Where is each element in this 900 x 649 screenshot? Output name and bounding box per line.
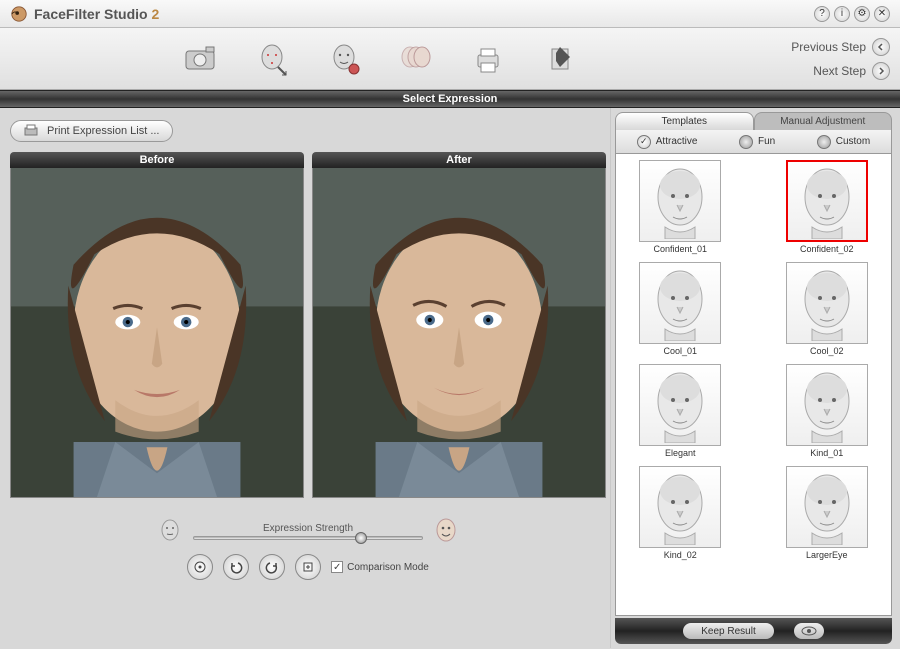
main-toolbar: Previous Step Next Step (0, 28, 900, 90)
chevron-right-icon (872, 62, 890, 80)
template-thumbnail (786, 160, 868, 242)
section-title: Select Expression (0, 90, 900, 108)
preview-eye-button[interactable] (794, 623, 824, 639)
template-label: Cool_01 (663, 346, 697, 356)
after-header: After (312, 152, 606, 168)
category-custom[interactable]: Custom (817, 135, 870, 149)
template-list[interactable]: Confident_01 Confident_02 Cool_01 Cool_02 El… (615, 154, 892, 616)
redo-button[interactable] (259, 554, 285, 580)
template-Cool_01[interactable]: Cool_01 (622, 262, 739, 356)
radio-icon (739, 135, 753, 149)
comparison-mode-checkbox[interactable]: ✓ Comparison Mode (331, 561, 429, 573)
next-step-label: Next Step (813, 64, 866, 78)
tab-templates[interactable]: Templates (615, 112, 754, 130)
radio-icon (817, 135, 831, 149)
help-icon[interactable]: ? (814, 6, 830, 22)
fit-button[interactable] (295, 554, 321, 580)
tool-expression[interactable] (391, 37, 441, 81)
chevron-left-icon (872, 38, 890, 56)
app-title: FaceFilter Studio 2 (34, 6, 159, 22)
next-step-button[interactable]: Next Step (813, 62, 890, 80)
category-fun[interactable]: Fun (739, 135, 775, 149)
category-attractive[interactable]: Attractive (637, 135, 698, 149)
tool-face-points[interactable] (247, 37, 297, 81)
right-pane: Templates Manual Adjustment Attractive Fu… (610, 108, 900, 648)
category-label: Attractive (656, 136, 698, 147)
template-label: Confident_02 (800, 244, 854, 254)
after-image (312, 168, 606, 498)
before-image (10, 168, 304, 498)
template-LargerEye[interactable]: LargerEye (769, 466, 886, 560)
strength-slider[interactable] (193, 536, 423, 540)
category-label: Custom (836, 136, 870, 147)
template-label: Kind_02 (664, 550, 697, 560)
info-icon[interactable]: i (834, 6, 850, 22)
titlebar: FaceFilter Studio 2 ? i ⚙ ✕ (0, 0, 900, 28)
settings-icon[interactable]: ⚙ (854, 6, 870, 22)
strength-label: Expression Strength (263, 523, 353, 534)
left-pane: Print Expression List ... Before (0, 108, 610, 648)
keep-result-button[interactable]: Keep Result (683, 623, 773, 639)
printer-icon (23, 124, 39, 138)
template-thumbnail (639, 364, 721, 446)
undo-button[interactable] (223, 554, 249, 580)
template-label: Confident_01 (653, 244, 707, 254)
template-Kind_02[interactable]: Kind_02 (622, 466, 739, 560)
template-Confident_01[interactable]: Confident_01 (622, 160, 739, 254)
tool-camera[interactable] (175, 37, 225, 81)
tool-skin-tone[interactable] (319, 37, 369, 81)
category-label: Fun (758, 136, 775, 147)
strength-max-icon (433, 518, 459, 544)
previous-step-label: Previous Step (791, 40, 866, 54)
previous-step-button[interactable]: Previous Step (791, 38, 890, 56)
before-column: Before (10, 152, 304, 498)
template-Kind_01[interactable]: Kind_01 (769, 364, 886, 458)
template-label: Elegant (665, 448, 696, 458)
strength-slider-thumb[interactable] (355, 532, 367, 544)
template-Elegant[interactable]: Elegant (622, 364, 739, 458)
close-icon[interactable]: ✕ (874, 6, 890, 22)
app-logo-icon (10, 5, 28, 23)
template-Cool_02[interactable]: Cool_02 (769, 262, 886, 356)
radio-icon (637, 135, 651, 149)
comparison-label: Comparison Mode (347, 562, 429, 573)
template-thumbnail (786, 466, 868, 548)
tool-export[interactable] (535, 37, 585, 81)
print-button-label: Print Expression List ... (47, 125, 160, 137)
template-thumbnail (639, 262, 721, 344)
tab-manual-adjustment[interactable]: Manual Adjustment (754, 112, 893, 130)
category-row: Attractive Fun Custom (615, 130, 892, 154)
template-Confident_02[interactable]: Confident_02 (769, 160, 886, 254)
reset-button[interactable] (187, 554, 213, 580)
template-label: LargerEye (806, 550, 848, 560)
template-thumbnail (639, 160, 721, 242)
template-thumbnail (639, 466, 721, 548)
expression-strength-control: Expression Strength (157, 518, 459, 544)
strength-min-icon (157, 518, 183, 544)
template-label: Cool_02 (810, 346, 844, 356)
tool-print[interactable] (463, 37, 513, 81)
template-thumbnail (786, 364, 868, 446)
after-column: After (312, 152, 606, 498)
right-footer: Keep Result (615, 618, 892, 644)
template-thumbnail (786, 262, 868, 344)
checkbox-icon: ✓ (331, 561, 343, 573)
before-header: Before (10, 152, 304, 168)
print-expression-list-button[interactable]: Print Expression List ... (10, 120, 173, 142)
template-label: Kind_01 (810, 448, 843, 458)
